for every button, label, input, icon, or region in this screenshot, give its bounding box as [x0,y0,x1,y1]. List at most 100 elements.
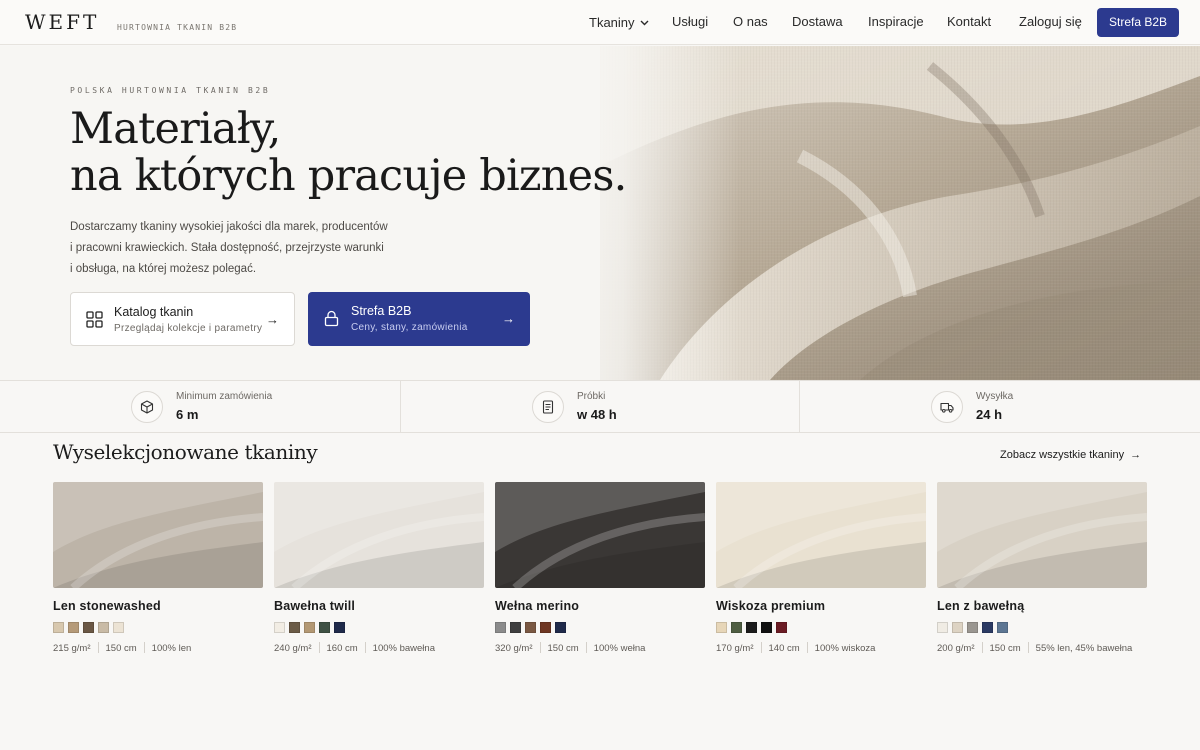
nav-item-dostawa[interactable]: Dostawa [792,14,843,29]
stat-value: 6 m [176,407,199,422]
color-swatch[interactable] [289,622,300,633]
color-swatch[interactable] [997,622,1008,633]
color-swatch[interactable] [555,622,566,633]
login-link[interactable]: Zaloguj się [1019,14,1082,29]
b2b-cta-subtitle: Ceny, stany, zamówienia [351,322,468,333]
color-swatch[interactable] [319,622,330,633]
color-swatch[interactable] [53,622,64,633]
spec-value: 240 g/m² [274,643,312,654]
hero-headline-line: Materiały, [70,104,281,154]
spec-divider [981,642,983,653]
color-swatch[interactable] [495,622,506,633]
color-swatch[interactable] [68,622,79,633]
spec-divider [318,642,320,653]
color-swatch[interactable] [982,622,993,633]
b2b-cta-title: Strefa B2B [351,304,412,318]
b2b-zone-button[interactable]: Strefa B2B [1097,8,1179,37]
product-image [937,482,1147,588]
product-specs: 240 g/m² 160 cm 100% bawełna [274,642,435,654]
stats-strip: Minimum zamówienia 6 m Próbki w 48 h Wys… [0,380,1200,433]
hero-lead-line: Dostarczamy tkaniny wysokiej jakości dla… [70,221,388,233]
color-swatch[interactable] [776,622,787,633]
color-swatch[interactable] [937,622,948,633]
product-specs: 170 g/m² 140 cm 100% wiskoza [716,642,875,654]
color-swatches [937,622,1012,634]
color-swatch[interactable] [952,622,963,633]
product-card[interactable]: Wiskoza premium 170 g/m² 140 cm 100% wiskoz… [716,482,926,662]
grid-icon [86,311,103,328]
truck-icon [931,391,963,423]
document-icon [532,391,564,423]
nav-item-inspiracje[interactable]: Inspiracje [868,14,924,29]
color-swatch[interactable] [274,622,285,633]
spec-divider [97,642,99,653]
spec-divider [364,642,366,653]
product-image [495,482,705,588]
stat-shipping: Wysyłka 24 h [800,381,1200,433]
spec-value: 100% bawełna [372,643,435,654]
product-specs: 320 g/m² 150 cm 100% wełna [495,642,645,654]
hero-eyebrow: POLSKA HURTOWNIA TKANIN B2B [70,86,271,95]
stat-samples: Próbki w 48 h [400,381,800,433]
color-swatch[interactable] [304,622,315,633]
spec-value: 320 g/m² [495,643,533,654]
color-swatch[interactable] [746,622,757,633]
stat-label: Wysyłka [976,391,1014,402]
nav-item-uslugi[interactable]: Usługi [672,14,708,29]
nav-item-label: Tkaniny [589,15,635,30]
stat-label: Próbki [577,391,606,402]
nav-item-o-nas[interactable]: O nas [733,14,768,29]
spec-divider [585,642,587,653]
b2b-cta-button[interactable]: Strefa B2B Ceny, stany, zamówienia → [308,292,530,346]
color-swatch[interactable] [98,622,109,633]
hero-lead-line: i pracowni krawieckich. Stała dostępność… [70,242,384,254]
hero-section: POLSKA HURTOWNIA TKANIN B2B Materiały, n… [0,46,1200,380]
spec-value: 100% wełna [593,643,646,654]
color-swatch[interactable] [731,622,742,633]
color-swatch[interactable] [761,622,772,633]
spec-value: 55% len, 45% bawełna [1035,643,1133,654]
spec-divider [143,642,145,653]
spec-divider [760,642,762,653]
hero-lead: Dostarczamy tkaniny wysokiej jakości dla… [70,217,400,280]
arrow-right-icon: → [502,311,515,326]
box-icon [131,391,163,423]
color-swatch[interactable] [525,622,536,633]
spec-divider [1027,642,1029,653]
stat-label: Minimum zamówienia [176,391,273,402]
see-all-fabrics-link[interactable]: Zobacz wszystkie tkaniny → [1000,449,1141,461]
catalog-cta-subtitle: Przeglądaj kolekcje i parametry [114,323,263,334]
spec-value: 140 cm [768,643,800,654]
color-swatches [495,622,570,634]
spec-value: 200 g/m² [937,643,975,654]
catalog-cta-button[interactable]: Katalog tkanin Przeglądaj kolekcje i par… [70,292,295,346]
stat-value: 24 h [976,407,1003,422]
color-swatch[interactable] [716,622,727,633]
hero-lead-line: i obsługa, na której możesz polegać. [70,263,257,275]
product-name: Len z bawełną [937,599,1025,613]
nav-item-tkaniny[interactable]: Tkaniny [589,14,649,30]
color-swatch[interactable] [967,622,978,633]
section-title: Wyselekcjonowane tkaniny [53,440,318,464]
stat-value: w 48 h [577,407,617,422]
color-swatch[interactable] [510,622,521,633]
logo[interactable]: WEFT [25,10,99,34]
arrow-right-icon: → [1130,449,1142,461]
color-swatch[interactable] [113,622,124,633]
chevron-down-icon [640,14,649,29]
product-card[interactable]: Len stonewashed 215 g/m² 150 cm 100% len [53,482,263,662]
product-name: Bawełna twill [274,599,356,613]
product-card[interactable]: Wełna merino 320 g/m² 150 cm 100% wełna [495,482,705,662]
arrow-right-icon: → [266,312,279,327]
spec-value: 100% len [151,643,192,654]
nav-item-kontakt[interactable]: Kontakt [947,14,991,29]
color-swatch[interactable] [540,622,551,633]
color-swatch[interactable] [83,622,94,633]
product-name: Wiskoza premium [716,599,826,613]
color-swatches [716,622,791,634]
color-swatch[interactable] [334,622,345,633]
lock-icon [324,310,339,327]
product-card[interactable]: Bawełna twill 240 g/m² 160 cm 100% bawełna [274,482,484,662]
hero-headline-line: na których pracuje biznes. [70,151,627,201]
product-card[interactable]: Len z bawełną 200 g/m² 150 cm 55% len, 45% … [937,482,1147,662]
